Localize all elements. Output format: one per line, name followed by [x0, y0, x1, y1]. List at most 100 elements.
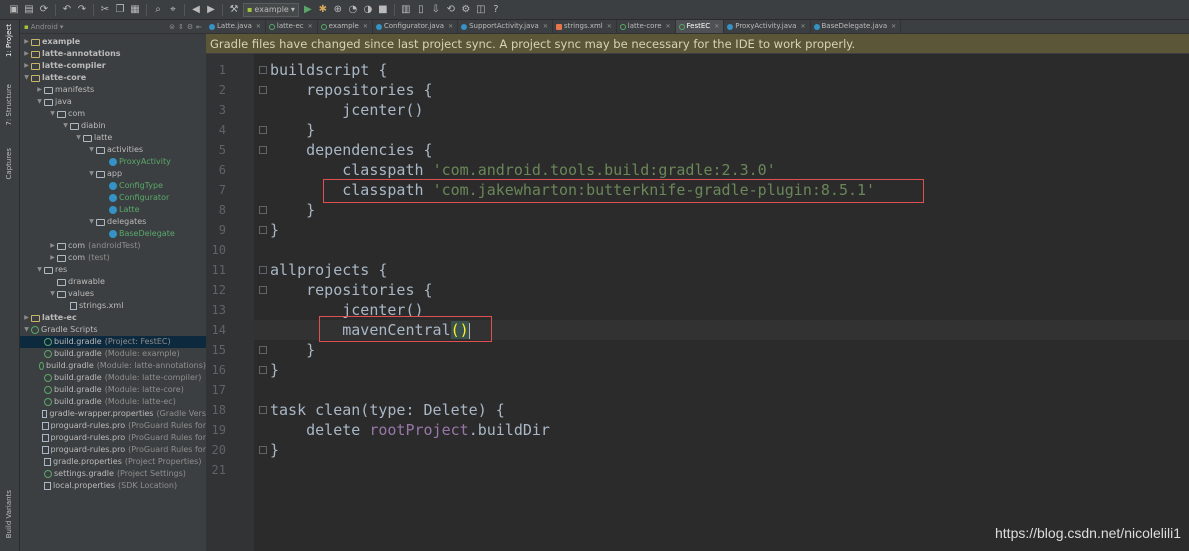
- editor-tab[interactable]: strings.xml ✕: [553, 20, 617, 33]
- tree-item[interactable]: ▶ com (test): [20, 252, 206, 264]
- run-icon[interactable]: ▶: [302, 4, 314, 16]
- save-icon[interactable]: ▤: [23, 4, 35, 16]
- forward-icon[interactable]: ▶: [205, 4, 217, 16]
- fold-marker-icon[interactable]: [259, 446, 267, 454]
- fold-marker-icon[interactable]: [259, 266, 267, 274]
- tree-item[interactable]: gradle.properties (Project Properties): [20, 456, 206, 468]
- tree-item[interactable]: ▼ res: [20, 264, 206, 276]
- editor-tab[interactable]: latte-ec ✕: [266, 20, 318, 33]
- fold-marker-icon[interactable]: [259, 146, 267, 154]
- close-tab-icon[interactable]: ✕: [543, 20, 548, 33]
- expanded-arrow-icon[interactable]: ▼: [48, 108, 57, 120]
- tree-item[interactable]: ▶ manifests: [20, 84, 206, 96]
- help-icon[interactable]: ?: [490, 4, 502, 16]
- attach-debugger-icon[interactable]: ⊕: [332, 4, 344, 16]
- collapsed-arrow-icon[interactable]: ▶: [35, 84, 44, 96]
- tree-item[interactable]: proguard-rules.pro (ProGuard Rules for: [20, 432, 206, 444]
- make-project-icon[interactable]: ⚒: [228, 4, 240, 16]
- tree-item[interactable]: build.gradle (Module: latte-annotations): [20, 360, 206, 372]
- tree-item[interactable]: Latte: [20, 204, 206, 216]
- sync-scroll-icon[interactable]: ⊜: [169, 23, 175, 31]
- expanded-arrow-icon[interactable]: ▼: [22, 324, 31, 336]
- tree-item[interactable]: ▼ com: [20, 108, 206, 120]
- editor-tab[interactable]: BaseDelegate.java ✕: [811, 20, 902, 33]
- expanded-arrow-icon[interactable]: ▼: [87, 168, 96, 180]
- gradle-sync-icon[interactable]: ⟲: [445, 4, 457, 16]
- tree-item[interactable]: local.properties (SDK Location): [20, 480, 206, 492]
- redo-icon[interactable]: ↷: [76, 4, 88, 16]
- stop-icon[interactable]: ■: [377, 4, 389, 16]
- paste-icon[interactable]: ▦: [129, 4, 141, 16]
- tree-item[interactable]: ▼ diabin: [20, 120, 206, 132]
- fold-marker-icon[interactable]: [259, 66, 267, 74]
- code-editor[interactable]: buildscript { repositories { jcenter() }…: [270, 54, 1189, 551]
- tree-item[interactable]: Configurator: [20, 192, 206, 204]
- android-device-monitor-icon[interactable]: ⚙: [460, 4, 472, 16]
- hide-panel-icon[interactable]: ⇤: [196, 23, 202, 31]
- close-tab-icon[interactable]: ✕: [256, 20, 261, 33]
- tree-item[interactable]: strings.xml: [20, 300, 206, 312]
- editor-tab[interactable]: latte-core ✕: [617, 20, 676, 33]
- close-tab-icon[interactable]: ✕: [714, 20, 719, 33]
- tree-item[interactable]: build.gradle (Module: latte-compiler): [20, 372, 206, 384]
- expanded-arrow-icon[interactable]: ▼: [61, 120, 70, 132]
- collapsed-arrow-icon[interactable]: ▶: [22, 48, 31, 60]
- sdk-manager-icon[interactable]: ⇩: [430, 4, 442, 16]
- undo-icon[interactable]: ↶: [61, 4, 73, 16]
- tree-item[interactable]: ▼ delegates: [20, 216, 206, 228]
- fold-marker-icon[interactable]: [259, 286, 267, 294]
- close-tab-icon[interactable]: ✕: [666, 20, 671, 33]
- fold-marker-icon[interactable]: [259, 206, 267, 214]
- copy-icon[interactable]: ❐: [114, 4, 126, 16]
- tree-item[interactable]: BaseDelegate: [20, 228, 206, 240]
- close-tab-icon[interactable]: ✕: [448, 20, 453, 33]
- tree-item[interactable]: ▼ java: [20, 96, 206, 108]
- tree-item[interactable]: ▶ com (androidTest): [20, 240, 206, 252]
- tree-item[interactable]: ▶ latte-compiler: [20, 60, 206, 72]
- tree-item[interactable]: ▼ activities: [20, 144, 206, 156]
- expanded-arrow-icon[interactable]: ▼: [48, 288, 57, 300]
- editor-tab[interactable]: Latte.java ✕: [206, 20, 266, 33]
- close-tab-icon[interactable]: ✕: [607, 20, 612, 33]
- tree-item[interactable]: build.gradle (Module: latte-ec): [20, 396, 206, 408]
- tree-item[interactable]: ▼ latte-core: [20, 72, 206, 84]
- tree-item[interactable]: settings.gradle (Project Settings): [20, 468, 206, 480]
- editor-tab[interactable]: example ✕: [318, 20, 373, 33]
- tree-item[interactable]: ▼ latte: [20, 132, 206, 144]
- tree-item[interactable]: proguard-rules.pro (ProGuard Rules for: [20, 420, 206, 432]
- tree-item[interactable]: ▼ values: [20, 288, 206, 300]
- tree-item[interactable]: ▶ latte-annotations: [20, 48, 206, 60]
- debug-icon[interactable]: ✱: [317, 4, 329, 16]
- fold-marker-icon[interactable]: [259, 86, 267, 94]
- coverage-icon[interactable]: ◑: [362, 4, 374, 16]
- editor-tab[interactable]: ProxyActivity.java ✕: [724, 20, 811, 33]
- expanded-arrow-icon[interactable]: ▼: [74, 132, 83, 144]
- close-tab-icon[interactable]: ✕: [891, 20, 896, 33]
- run-configuration-select[interactable]: ▪ example ▾: [243, 2, 299, 17]
- project-tool-button[interactable]: 1: Project: [5, 24, 13, 57]
- fold-marker-icon[interactable]: [259, 346, 267, 354]
- collapsed-arrow-icon[interactable]: ▶: [48, 252, 57, 264]
- avd-manager-icon[interactable]: ▯: [415, 4, 427, 16]
- replace-icon[interactable]: ⌖: [167, 4, 179, 16]
- tree-item[interactable]: build.gradle (Module: example): [20, 348, 206, 360]
- collapsed-arrow-icon[interactable]: ▶: [22, 36, 31, 48]
- layout-inspector-icon[interactable]: ◫: [475, 4, 487, 16]
- profile-icon[interactable]: ◔: [347, 4, 359, 16]
- collapse-all-icon[interactable]: ⇕: [178, 23, 184, 31]
- close-tab-icon[interactable]: ✕: [800, 20, 805, 33]
- fold-marker-icon[interactable]: [259, 366, 267, 374]
- tree-item[interactable]: ProxyActivity: [20, 156, 206, 168]
- tree-item[interactable]: proguard-rules.pro (ProGuard Rules for: [20, 444, 206, 456]
- expanded-arrow-icon[interactable]: ▼: [35, 96, 44, 108]
- captures-tool-button[interactable]: Captures: [5, 148, 13, 179]
- close-tab-icon[interactable]: ✕: [308, 20, 313, 33]
- sync-icon[interactable]: ⟳: [38, 4, 50, 16]
- tree-item[interactable]: ▼ app: [20, 168, 206, 180]
- project-structure-icon[interactable]: ▥: [400, 4, 412, 16]
- tree-item[interactable]: ▶ example: [20, 36, 206, 48]
- expanded-arrow-icon[interactable]: ▼: [22, 72, 31, 84]
- editor-tab[interactable]: Configurator.java ✕: [373, 20, 459, 33]
- editor-tab[interactable]: SupportActivity.java ✕: [458, 20, 553, 33]
- fold-marker-icon[interactable]: [259, 406, 267, 414]
